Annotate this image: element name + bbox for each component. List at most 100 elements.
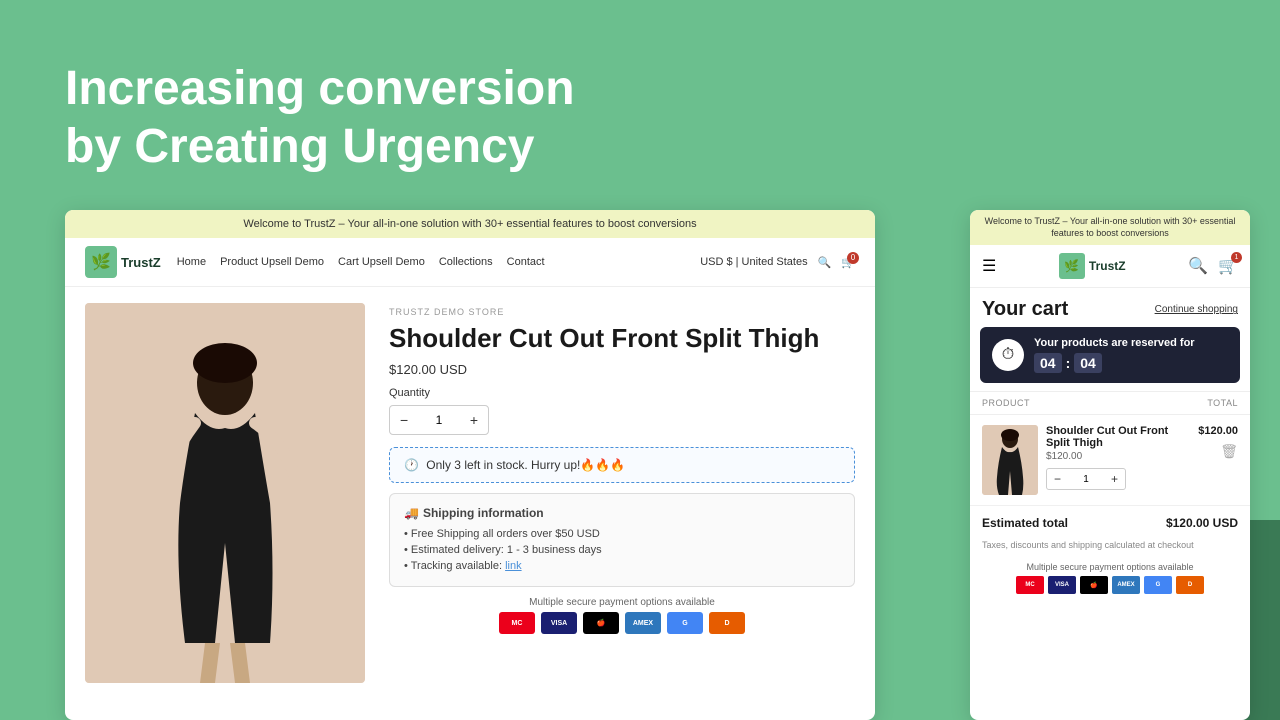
nav-link-product-upsell[interactable]: Product Upsell Demo xyxy=(220,256,324,268)
desktop-logo-text: TrustZ xyxy=(121,255,161,270)
desktop-cart-badge: 0 xyxy=(847,252,859,264)
shipping-item-2: Estimated delivery: 1 - 3 business days xyxy=(404,542,840,558)
cart-header: Your cart Continue shopping xyxy=(970,288,1250,327)
mobile-visa-icon: VISA xyxy=(1048,576,1076,594)
cart-qty-increase[interactable]: + xyxy=(1104,469,1125,489)
shipping-item-1: Free Shipping all orders over $50 USD xyxy=(404,526,840,542)
mobile-nav: ☰ 🌿 TrustZ 🔍 🛒 1 xyxy=(970,245,1250,288)
quantity-decrease-button[interactable]: − xyxy=(390,406,418,434)
quantity-value: 1 xyxy=(418,413,460,427)
desktop-product-area: TRUSTZ DEMO STORE Shoulder Cut Out Front… xyxy=(65,287,875,717)
desktop-nav-links: Home Product Upsell Demo Cart Upsell Dem… xyxy=(177,256,684,268)
mobile-hamburger-icon[interactable]: ☰ xyxy=(982,256,996,276)
mobile-payment-icons: MC VISA 🍎 AMEX G D xyxy=(982,576,1238,594)
cart-qty-decrease[interactable]: − xyxy=(1047,469,1068,489)
mobile-announcement-text: Welcome to TrustZ – Your all-in-one solu… xyxy=(985,216,1236,238)
mobile-payment-section: Multiple secure payment options availabl… xyxy=(970,558,1250,598)
mobile-logo-icon: 🌿 xyxy=(1059,253,1085,279)
desktop-logo[interactable]: 🌿 TrustZ xyxy=(85,246,161,278)
nav-link-cart-upsell[interactable]: Cart Upsell Demo xyxy=(338,256,425,268)
discover-icon: D xyxy=(709,612,745,634)
desktop-announcement-text: Welcome to TrustZ – Your all-in-one solu… xyxy=(243,218,696,230)
quantity-control: − 1 + xyxy=(389,405,489,435)
continue-shopping-link[interactable]: Continue shopping xyxy=(1155,304,1238,315)
mobile-cart-badge: 1 xyxy=(1231,252,1242,263)
mobile-logo[interactable]: 🌿 TrustZ xyxy=(1059,253,1126,279)
timer-info: Your products are reserved for 04 : 04 xyxy=(1034,337,1195,373)
clock-icon: 🕐 xyxy=(404,458,419,472)
headline-line2-highlight: Creating Urgency xyxy=(134,120,534,173)
mobile-apple-pay-icon: 🍎 xyxy=(1080,576,1108,594)
mobile-cart-icon[interactable]: 🛒 1 xyxy=(1218,256,1238,276)
timer-digits: 04 : 04 xyxy=(1034,353,1195,373)
timer-box: ⏱ Your products are reserved for 04 : 04 xyxy=(980,327,1240,383)
shipping-info: 🚚 Shipping information Free Shipping all… xyxy=(389,493,855,587)
estimated-total-label: Estimated total xyxy=(982,516,1068,530)
cart-table-header: PRODUCT TOTAL xyxy=(970,391,1250,415)
estimated-total-note: Taxes, discounts and shipping calculated… xyxy=(970,540,1250,558)
total-column-header: TOTAL xyxy=(1207,398,1238,408)
mobile-mastercard-icon: MC xyxy=(1016,576,1044,594)
timer-colon: : xyxy=(1066,355,1071,371)
gpay-icon: G xyxy=(667,612,703,634)
desktop-mockup: Welcome to TrustZ – Your all-in-one solu… xyxy=(65,210,875,720)
quantity-increase-button[interactable]: + xyxy=(460,406,488,434)
nav-link-collections[interactable]: Collections xyxy=(439,256,493,268)
mobile-search-icon[interactable]: 🔍 xyxy=(1188,256,1208,276)
mobile-logo-text: TrustZ xyxy=(1089,259,1126,273)
cart-delete-icon[interactable]: 🗑 xyxy=(1220,443,1238,460)
amex-icon: AMEX xyxy=(625,612,661,634)
headline-line1: Increasing conversion xyxy=(65,62,575,115)
mobile-nav-actions: 🔍 🛒 1 xyxy=(1188,256,1238,276)
shipping-items: Free Shipping all orders over $50 USD Es… xyxy=(404,526,840,574)
shipping-item-3: Tracking available: link xyxy=(404,558,840,574)
currency-selector[interactable]: USD $ | United States xyxy=(700,256,807,268)
payment-section: Multiple secure payment options availabl… xyxy=(389,597,855,634)
mastercard-icon: MC xyxy=(499,612,535,634)
timer-text: Your products are reserved for xyxy=(1034,337,1195,349)
stock-alert-text: Only 3 left in stock. Hurry up!🔥🔥🔥 xyxy=(426,458,625,472)
stock-alert: 🕐 Only 3 left in stock. Hurry up!🔥🔥🔥 xyxy=(389,447,855,483)
product-title: Shoulder Cut Out Front Split Thigh xyxy=(389,323,855,354)
nav-link-contact[interactable]: Contact xyxy=(507,256,545,268)
apple-pay-icon: 🍎 xyxy=(583,612,619,634)
mobile-discover-icon: D xyxy=(1176,576,1204,594)
cart-item-sub-price: $120.00 xyxy=(1046,451,1190,462)
cart-item-image xyxy=(982,425,1038,495)
cart-item-quantity: − 1 + xyxy=(1046,468,1126,490)
cart-item: Shoulder Cut Out Front Split Thigh $120.… xyxy=(970,415,1250,506)
desktop-logo-icon: 🌿 xyxy=(85,246,117,278)
stopwatch-icon: ⏱ xyxy=(992,339,1024,371)
mobile-gpay-icon: G xyxy=(1144,576,1172,594)
headline: Increasing conversion by Creating Urgenc… xyxy=(65,60,575,175)
timer-seconds: 04 xyxy=(1074,353,1102,373)
desktop-nav: 🌿 TrustZ Home Product Upsell Demo Cart U… xyxy=(65,238,875,287)
quantity-label: Quantity xyxy=(389,387,855,399)
mobile-payment-label: Multiple secure payment options availabl… xyxy=(982,562,1238,572)
cart-qty-value: 1 xyxy=(1068,474,1104,485)
cart-item-name: Shoulder Cut Out Front Split Thigh xyxy=(1046,425,1190,449)
search-icon[interactable]: 🔍 xyxy=(818,256,832,269)
store-label: TRUSTZ DEMO STORE xyxy=(389,307,855,317)
nav-link-home[interactable]: Home xyxy=(177,256,206,268)
desktop-nav-right: USD $ | United States 🔍 🛒 0 xyxy=(700,256,855,269)
product-column-header: PRODUCT xyxy=(982,398,1030,408)
payment-label: Multiple secure payment options availabl… xyxy=(389,597,855,608)
timer-minutes: 04 xyxy=(1034,353,1062,373)
estimated-total: Estimated total $120.00 USD xyxy=(970,506,1250,540)
desktop-cart-icon[interactable]: 🛒 0 xyxy=(841,256,855,269)
desktop-announcement-bar: Welcome to TrustZ – Your all-in-one solu… xyxy=(65,210,875,238)
truck-icon: 🚚 xyxy=(404,506,419,520)
cart-title: Your cart xyxy=(982,298,1068,321)
product-details: TRUSTZ DEMO STORE Shoulder Cut Out Front… xyxy=(389,303,855,701)
cart-item-price: $120.00 xyxy=(1198,425,1238,437)
mobile-mockup: Welcome to TrustZ – Your all-in-one solu… xyxy=(970,210,1250,720)
product-price: $120.00 USD xyxy=(389,362,855,377)
payment-icons: MC VISA 🍎 AMEX G D xyxy=(389,612,855,634)
cart-item-right: $120.00 🗑 xyxy=(1198,425,1238,495)
cart-item-info: Shoulder Cut Out Front Split Thigh $120.… xyxy=(1046,425,1190,495)
headline-line2-regular: by xyxy=(65,120,134,173)
estimated-total-value: $120.00 USD xyxy=(1166,516,1238,530)
tracking-link[interactable]: link xyxy=(505,560,522,572)
product-image xyxy=(85,303,365,683)
